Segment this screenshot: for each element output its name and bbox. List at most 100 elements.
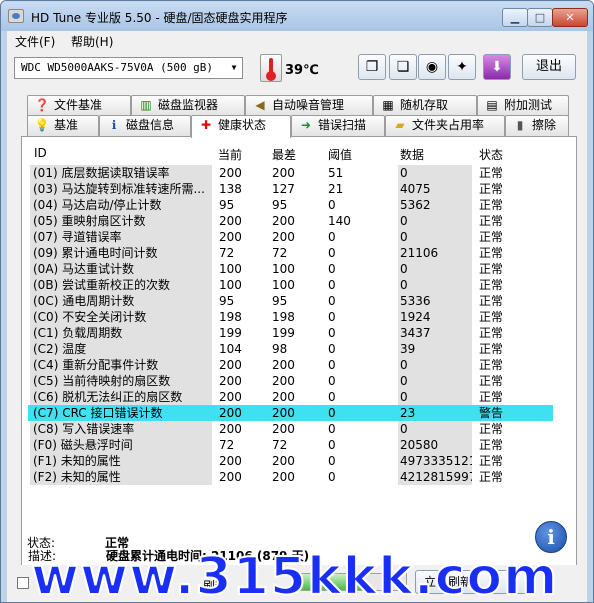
cell-status: 正常	[479, 326, 504, 340]
cell-status: 正常	[479, 294, 504, 308]
cell-current: 104	[219, 342, 242, 356]
table-row[interactable]: (C8) 写入错误速率 200 200 0 0 正常	[28, 421, 553, 437]
tab-health[interactable]: ✚ 健康状态	[191, 115, 291, 138]
info-icon: ℹ	[111, 118, 117, 132]
cell-worst: 72	[272, 438, 288, 452]
cell-current: 72	[219, 246, 235, 260]
cell-current: 200	[219, 214, 242, 228]
tab-label: 附加测试	[504, 98, 553, 112]
cell-current: 138	[219, 182, 242, 196]
table-row[interactable]: (C4) 重新分配事件计数 200 200 0 0 正常	[28, 357, 553, 373]
table-row[interactable]: (C5) 当前待映射的扇区数 200 200 0 0 正常	[28, 373, 553, 389]
tab-label: 文件夹占用率	[412, 118, 485, 132]
tab-extra-tests[interactable]: ▤ 附加测试	[477, 95, 569, 116]
cell-id: (F2) 未知的属性	[30, 469, 212, 485]
cell-current: 200	[219, 358, 242, 372]
cell-worst: 200	[270, 405, 322, 421]
save-button[interactable]: ⬇	[483, 54, 511, 80]
table-row[interactable]: (F1) 未知的属性 200 200 0 49733351211 正常	[28, 453, 553, 469]
tab-erase[interactable]: ▮ 擦除	[505, 115, 569, 136]
tab-label: 磁盘监视器	[158, 98, 219, 112]
cell-worst: 95	[272, 294, 288, 308]
cell-threshold: 0	[328, 454, 336, 468]
screenshot-button[interactable]: ◉	[418, 54, 446, 80]
auto-refresh-checkbox[interactable]	[17, 577, 29, 589]
tab-label: 健康状态	[218, 118, 267, 132]
cell-id: (05) 重映射扇区计数	[30, 213, 212, 229]
smart-table[interactable]: ID 当前 最差 阈值 数据 状态 (01) 底层数据读取错误率 200 200 51…	[28, 143, 581, 520]
menu-file[interactable]: 文件(F)	[15, 33, 55, 50]
cell-data: 20580	[398, 437, 472, 453]
cell-threshold: 0	[326, 405, 396, 421]
table-row[interactable]: (F0) 磁头悬浮时间 72 72 0 20580 正常	[28, 437, 553, 453]
cell-status: 正常	[479, 214, 504, 228]
maximize-button[interactable]: □	[527, 8, 553, 27]
tab-disk-monitor[interactable]: ▥ 磁盘监视器	[131, 95, 245, 116]
cell-worst: 95	[272, 198, 288, 212]
cell-id: (04) 马达启动/停止计数	[30, 197, 212, 213]
cell-id: (C4) 重新分配事件计数	[30, 357, 212, 373]
copy-button[interactable]: ❐	[358, 54, 386, 80]
cell-data: 0	[398, 165, 472, 181]
cell-status: 警告	[477, 405, 537, 421]
cell-worst: 100	[272, 262, 295, 276]
tab-folder-usage[interactable]: ▰ 文件夹占用率	[385, 115, 505, 136]
cell-worst: 199	[272, 326, 295, 340]
cell-data: 42128159973	[398, 469, 472, 485]
tab-random-access[interactable]: ▦ 随机存取	[373, 95, 477, 116]
cell-current: 200	[219, 166, 242, 180]
tab-aam[interactable]: ◀ 自动噪音管理	[245, 95, 373, 116]
cell-data: 5336	[398, 293, 472, 309]
tab-row-top: ❓ 文件基准 ▥ 磁盘监视器 ◀ 自动噪音管理 ▦ 随机存取 ▤ 附加测试	[7, 95, 587, 116]
tab-label: 自动噪音管理	[272, 98, 345, 112]
cell-data: 0	[398, 373, 472, 389]
table-row[interactable]: (09) 累计通电时间计数 72 72 0 21106 正常	[28, 245, 553, 261]
minimize-button[interactable]: ▁	[502, 8, 528, 27]
cell-data: 3437	[398, 325, 472, 341]
cell-worst: 200	[272, 214, 295, 228]
table-row[interactable]: (03) 马达旋转到标准转速所需... 138 127 21 4075 正常	[28, 181, 553, 197]
cell-worst: 200	[272, 166, 295, 180]
cell-current: 200	[219, 470, 242, 484]
cell-worst: 72	[272, 246, 288, 260]
cell-threshold: 51	[328, 166, 344, 180]
error-scan-icon: ➜	[300, 118, 312, 132]
tab-file-benchmark[interactable]: ❓ 文件基准	[27, 95, 131, 116]
tab-disk-info[interactable]: ℹ 磁盘信息	[99, 115, 191, 136]
table-row-warning[interactable]: (C7) CRC 接口错误计数 200 200 0 23 警告	[28, 405, 553, 421]
table-row[interactable]: (05) 重映射扇区计数 200 200 140 0 正常	[28, 213, 553, 229]
table-row[interactable]: (0A) 马达重试计数 100 100 0 0 正常	[28, 261, 553, 277]
table-row[interactable]: (C1) 负载周期数 199 199 0 3437 正常	[28, 325, 553, 341]
cell-data: 0	[398, 277, 472, 293]
copy-all-button[interactable]: ❏	[389, 54, 417, 80]
table-row[interactable]: (0B) 尝试重新校正的次数 100 100 0 0 正常	[28, 277, 553, 293]
cell-id: (C0) 不安全关闭计数	[30, 309, 212, 325]
table-row[interactable]: (04) 马达启动/停止计数 95 95 0 5362 正常	[28, 197, 553, 213]
cell-data: 0	[398, 261, 472, 277]
table-row[interactable]: (01) 底层数据读取错误率 200 200 51 0 正常	[28, 165, 553, 181]
cell-threshold: 140	[328, 214, 351, 228]
tab-label: 错误扫描	[318, 118, 367, 132]
options-button[interactable]: ✦	[448, 54, 476, 80]
header-id: ID	[34, 146, 47, 160]
menu-help[interactable]: 帮助(H)	[71, 33, 113, 50]
cell-worst: 127	[272, 182, 295, 196]
tab-error-scan[interactable]: ➜ 错误扫描	[291, 115, 385, 136]
table-row[interactable]: (C2) 温度 104 98 0 39 正常	[28, 341, 553, 357]
tab-benchmark[interactable]: 💡 基准	[27, 115, 99, 136]
cell-threshold: 0	[328, 262, 336, 276]
cell-status: 正常	[479, 390, 504, 404]
exit-button[interactable]: 退出	[522, 54, 576, 80]
table-row[interactable]: (F2) 未知的属性 200 200 0 42128159973 正常	[28, 469, 553, 485]
table-row[interactable]: (C6) 脱机无法纠正的扇区数 200 200 0 0 正常	[28, 389, 553, 405]
close-button[interactable]: ✕	[552, 8, 588, 27]
cell-worst: 200	[272, 230, 295, 244]
drive-select[interactable]: WDC WD5000AAKS-75V0A (500 gB) ▼	[14, 57, 243, 79]
cell-threshold: 0	[328, 390, 336, 404]
table-row[interactable]: (07) 寻道错误率 200 200 0 0 正常	[28, 229, 553, 245]
table-row[interactable]: (C0) 不安全关闭计数 198 198 0 1924 正常	[28, 309, 553, 325]
table-row[interactable]: (0C) 通电周期计数 95 95 0 5336 正常	[28, 293, 553, 309]
cell-threshold: 21	[328, 182, 344, 196]
cell-data: 4075	[398, 181, 472, 197]
cell-id: (07) 寻道错误率	[30, 229, 212, 245]
